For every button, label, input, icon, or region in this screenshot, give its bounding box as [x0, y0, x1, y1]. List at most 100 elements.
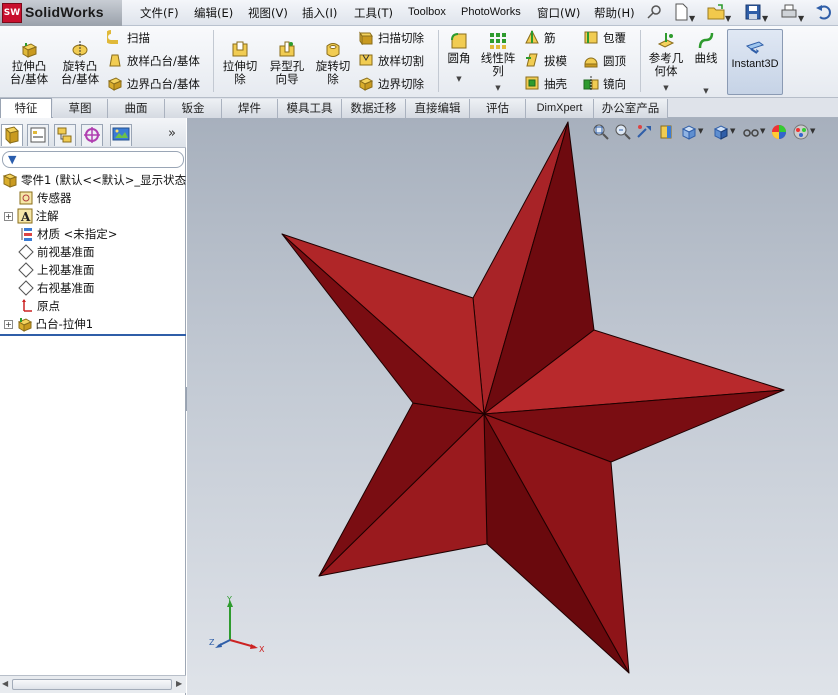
tab-mold-tools[interactable]: 模具工具 — [278, 99, 342, 118]
revolve-cut-label: 旋转切除 — [315, 59, 351, 86]
reference-geometry-dropdown-icon[interactable]: ▼ — [663, 84, 668, 92]
menu-tools[interactable]: 工具(T) — [354, 5, 393, 21]
wrap-icon — [584, 31, 598, 44]
reference-geometry-label: 参考几何体 — [648, 51, 684, 78]
tab-dimxpert[interactable]: DimXpert — [526, 99, 594, 118]
shell-button[interactable]: 抽壳 — [524, 75, 567, 93]
feature-manager-tab[interactable] — [1, 124, 23, 146]
expand-icon[interactable]: + — [4, 212, 13, 221]
curves-dropdown-icon[interactable]: ▼ — [703, 87, 708, 95]
lofted-cut-icon — [359, 54, 373, 66]
hole-wizard-button[interactable]: 异型孔向导 — [265, 40, 309, 86]
feature-manager-panel: » ▼ 零件1 (默认<<默认>_显示状态 传感器 + A 注解 材质 <未指定>… — [0, 118, 186, 695]
reference-geometry-button[interactable]: 参考几何体 ▼ — [645, 32, 687, 93]
revolve-boss-button[interactable]: 旋转凸台/基体 — [56, 40, 104, 86]
tree-item-sensors[interactable]: 传感器 — [18, 189, 72, 207]
fillet-icon — [451, 33, 467, 49]
revolve-boss-icon — [72, 41, 88, 57]
app-logo[interactable]: SW SolidWorks — [0, 0, 122, 26]
loft-boss-button[interactable]: 放样凸台/基体 — [107, 52, 200, 70]
tree-item-label: 原点 — [37, 299, 60, 313]
triad-z-label: Z — [209, 638, 215, 647]
save-icon[interactable]: ▼ — [744, 3, 768, 23]
tree-item-boss-extrude1[interactable]: + 凸台-拉伸1 — [4, 315, 93, 333]
loft-boss-icon — [109, 54, 121, 67]
tab-direct-editing[interactable]: 直接编辑 — [406, 99, 470, 118]
menu-photoworks[interactable]: PhotoWorks — [461, 6, 521, 18]
tree-item-label: 上视基准面 — [37, 263, 95, 277]
boundary-cut-button[interactable]: 边界切除 — [358, 75, 424, 93]
open-folder-icon[interactable]: ▼ — [707, 3, 731, 23]
tree-root-part[interactable]: 零件1 (默认<<默认>_显示状态 — [2, 171, 186, 189]
instant3d-button[interactable]: Instant3D — [727, 29, 783, 95]
undo-icon[interactable] — [815, 3, 833, 23]
wrap-label: 包覆 — [603, 31, 626, 45]
dome-button[interactable]: 圆顶 — [583, 52, 626, 70]
draft-button[interactable]: 拔模 — [524, 52, 567, 70]
solidworks-logo-badge: SW — [2, 3, 22, 23]
tree-item-material[interactable]: 材质 <未指定> — [18, 225, 117, 243]
display-manager-tab[interactable] — [110, 124, 132, 146]
swept-cut-button[interactable]: 扫描切除 — [358, 29, 424, 47]
wrap-button[interactable]: 包覆 — [583, 29, 626, 47]
property-manager-tab[interactable] — [27, 124, 49, 146]
extrude-cut-button[interactable]: 拉伸切除 — [219, 40, 261, 86]
tree-item-top-plane[interactable]: 上视基准面 — [18, 261, 95, 279]
tab-data-migration[interactable]: 数据迁移 — [342, 99, 406, 118]
linear-pattern-dropdown-icon[interactable]: ▼ — [495, 84, 500, 92]
menu-help[interactable]: 帮助(H) — [594, 5, 635, 21]
new-document-icon[interactable]: ▼ — [673, 3, 695, 23]
tree-item-annotations[interactable]: + A 注解 — [4, 207, 59, 225]
linear-pattern-button[interactable]: 线性阵列 ▼ — [478, 32, 518, 93]
boundary-boss-label: 边界凸台/基体 — [127, 77, 200, 91]
tab-surfaces[interactable]: 曲面 — [108, 99, 165, 118]
sweep-button[interactable]: 扫描 — [107, 29, 150, 47]
reference-triad: Y Z X — [209, 596, 265, 654]
scroll-right-icon[interactable]: ▶ — [176, 679, 182, 688]
tab-sketch[interactable]: 草图 — [53, 99, 108, 118]
linear-pattern-icon — [490, 33, 506, 49]
tab-features[interactable]: 特征 — [0, 98, 52, 119]
horizontal-scrollbar[interactable]: ◀ ▶ — [0, 675, 186, 693]
boundary-cut-label: 边界切除 — [378, 77, 424, 91]
dome-label: 圆顶 — [603, 54, 626, 68]
graphics-viewport[interactable]: ▼ ▼ ▼ ▼ Y Z X — [187, 118, 838, 695]
revolve-cut-button[interactable]: 旋转切除 — [312, 40, 354, 86]
extrude-boss-button[interactable]: 拉伸凸台/基体 — [5, 40, 53, 86]
mirror-button[interactable]: 镜向 — [583, 75, 626, 93]
revolve-boss-label: 旋转凸台/基体 — [60, 59, 100, 86]
menu-toolbox[interactable]: Toolbox — [408, 6, 446, 18]
boundary-boss-button[interactable]: 边界凸台/基体 — [107, 75, 200, 93]
menu-file[interactable]: 文件(F) — [140, 5, 179, 21]
menu-view[interactable]: 视图(V) — [248, 5, 288, 21]
print-icon[interactable]: ▼ — [780, 3, 804, 23]
star-3d-model[interactable] — [187, 118, 838, 695]
tab-evaluate[interactable]: 评估 — [470, 99, 526, 118]
expand-icon[interactable]: + — [4, 320, 13, 329]
property-manager-icon — [30, 127, 46, 143]
tab-sheet-metal[interactable]: 钣金 — [165, 99, 222, 118]
menu-insert[interactable]: 插入(I) — [302, 5, 337, 21]
fillet-dropdown-icon[interactable]: ▼ — [456, 75, 461, 83]
configuration-manager-tab[interactable] — [54, 124, 76, 146]
tree-item-origin[interactable]: 原点 — [18, 297, 60, 315]
tree-filter-input[interactable]: ▼ — [2, 151, 184, 168]
lofted-cut-button[interactable]: 放样切割 — [358, 52, 424, 70]
curves-button[interactable]: 曲线 ▼ — [690, 32, 722, 95]
tree-item-front-plane[interactable]: 前视基准面 — [18, 243, 95, 261]
tree-root-label: 零件1 (默认<<默认>_显示状态 — [21, 173, 187, 187]
fillet-button[interactable]: 圆角 ▼ — [443, 32, 475, 83]
scrollbar-thumb[interactable] — [12, 679, 172, 690]
menu-edit[interactable]: 编辑(E) — [194, 5, 233, 21]
more-tabs-chevron-icon[interactable]: » — [168, 126, 176, 141]
menu-window[interactable]: 窗口(W) — [537, 5, 580, 21]
tab-office-products[interactable]: 办公室产品 — [594, 99, 668, 118]
rollback-bar[interactable] — [0, 334, 186, 336]
rib-button[interactable]: 筋 — [524, 29, 556, 47]
tree-item-right-plane[interactable]: 右视基准面 — [18, 279, 95, 297]
scroll-left-icon[interactable]: ◀ — [2, 679, 8, 688]
dimxpert-manager-tab[interactable] — [81, 124, 103, 146]
material-icon — [21, 228, 32, 241]
tab-weldments[interactable]: 焊件 — [222, 99, 278, 118]
pin-icon[interactable] — [645, 3, 663, 23]
